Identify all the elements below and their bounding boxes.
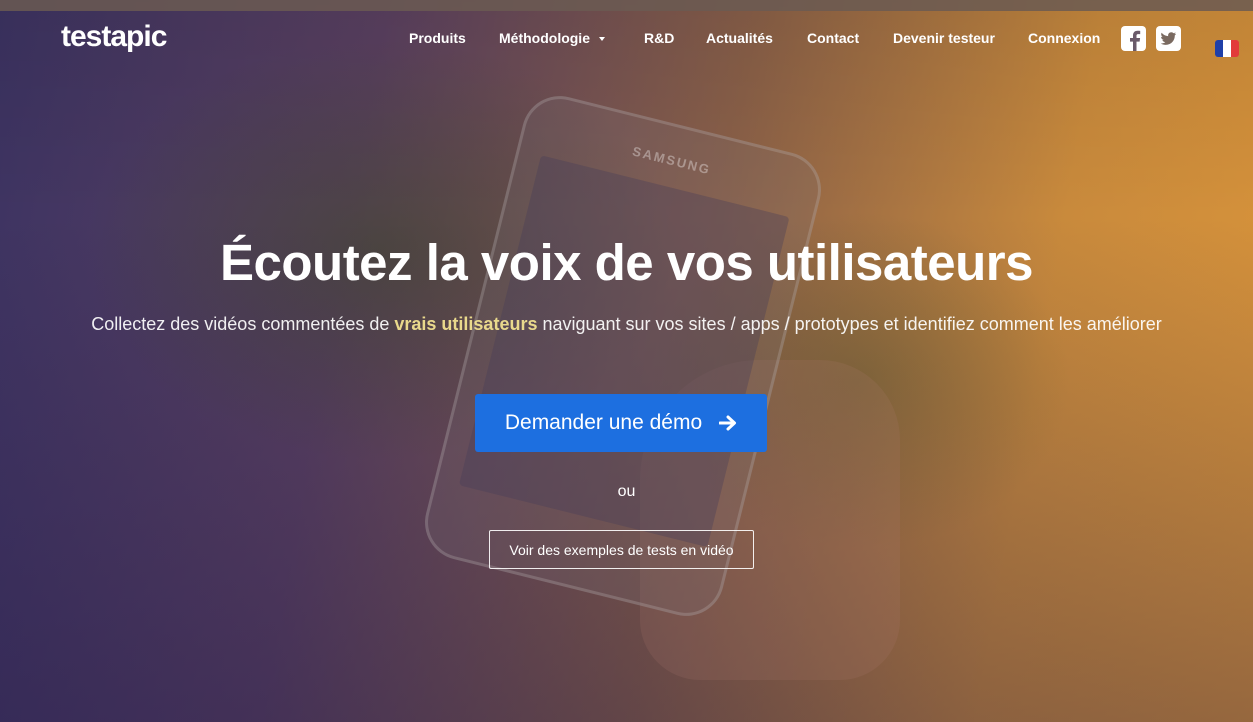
request-demo-button[interactable]: Demander une démo [475,394,767,452]
subtitle-text-start: Collectez des vidéos commentées de [91,314,395,334]
chevron-down-icon [599,37,605,42]
arrow-right-icon [719,415,737,431]
site-header: testapic Produits Méthodologie R&D Actua… [0,11,1253,66]
twitter-icon[interactable] [1156,26,1181,51]
french-flag-icon[interactable] [1215,40,1239,57]
nav-item-methodologie[interactable]: Méthodologie [499,30,605,46]
top-stripe [0,0,1253,11]
nav-item-actualites[interactable]: Actualités [706,30,773,46]
video-examples-button[interactable]: Voir des exemples de tests en vidéo [489,530,754,569]
nav-item-devenir-testeur[interactable]: Devenir testeur [893,30,995,46]
page-title: Écoutez la voix de vos utilisateurs [220,234,1033,291]
nav-item-connexion[interactable]: Connexion [1028,30,1100,46]
hero-subtitle: Collectez des vidéos commentées de vrais… [0,310,1253,338]
logo[interactable]: testapic [61,20,167,54]
nav-item-rd[interactable]: R&D [644,30,674,46]
nav-item-contact[interactable]: Contact [807,30,859,46]
or-separator: ou [617,483,636,500]
nav-item-produits[interactable]: Produits [409,30,466,46]
request-demo-label: Demander une démo [504,411,703,434]
subtitle-text-end: naviguant sur vos sites / apps / prototy… [537,314,1162,334]
subtitle-highlight: vrais utilisateurs [394,314,538,334]
nav-item-label: Méthodologie [499,30,590,46]
facebook-icon[interactable] [1121,26,1146,51]
